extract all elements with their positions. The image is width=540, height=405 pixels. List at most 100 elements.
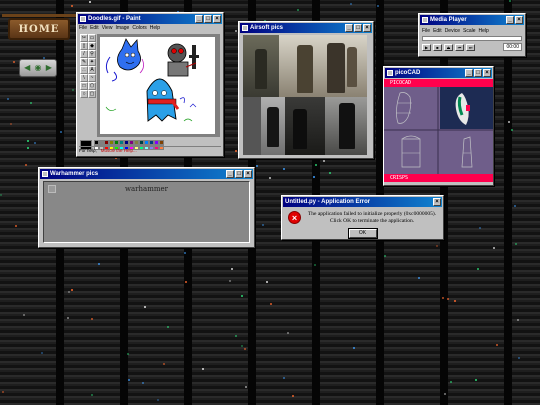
media-controls: ▶ ■ ⏏ ⏮ ⏭ 00:00 xyxy=(422,43,522,51)
airsoft-photo-3[interactable] xyxy=(243,97,261,155)
airsoft-titlebar[interactable]: Airsoft pics _ □ × xyxy=(240,23,372,33)
minimize-button[interactable]: _ xyxy=(195,15,203,23)
globe-icon[interactable]: ◉ xyxy=(35,64,42,72)
close-button[interactable]: × xyxy=(433,198,441,206)
picocad-window[interactable]: picoCAD _ □ × PICOCAD CRISPS xyxy=(383,66,494,186)
eject-icon[interactable]: ⏏ xyxy=(444,43,453,51)
eraser-icon[interactable]: ▯ xyxy=(80,42,88,50)
warhammer-window[interactable]: Warhammer pics _ □ × warhammer xyxy=(38,167,255,248)
menu-image[interactable]: Image xyxy=(115,25,129,32)
media-player-titlebar[interactable]: Media Player _ × xyxy=(420,15,524,25)
free-select-icon[interactable]: ✂ xyxy=(80,34,88,42)
paint-window[interactable]: Doodles.gif - Paint _ □ × File Edit View… xyxy=(76,12,224,157)
rack-led xyxy=(297,9,299,11)
rack-led xyxy=(27,147,29,149)
rack-led xyxy=(128,379,130,381)
rack-led xyxy=(163,363,165,365)
home-button[interactable]: HOME xyxy=(8,18,70,40)
pencil-icon[interactable]: ✎ xyxy=(80,58,88,66)
media-player-window[interactable]: Media Player _ × File Edit Device Scale … xyxy=(418,13,526,57)
stop-icon[interactable]: ■ xyxy=(433,43,442,51)
menu-colors[interactable]: Colors xyxy=(132,25,146,32)
rack-led xyxy=(418,277,420,279)
rack-led xyxy=(15,225,17,227)
curve-icon[interactable]: ~ xyxy=(88,74,96,82)
home-sign[interactable]: HOME xyxy=(2,10,76,44)
menu-help[interactable]: Help xyxy=(150,25,160,32)
close-button[interactable]: × xyxy=(213,15,221,23)
rack-led xyxy=(436,245,438,247)
warhammer-image-alt-text: warhammer xyxy=(125,185,168,193)
media-player-title: Media Player xyxy=(430,17,467,23)
rack-led xyxy=(235,150,237,152)
error-dialog[interactable]: Untitled.py - Application Error × × The … xyxy=(281,195,444,240)
menu-file[interactable]: File xyxy=(79,25,87,32)
minimize-button[interactable]: _ xyxy=(226,170,234,178)
maximize-button[interactable]: □ xyxy=(204,15,212,23)
ellipse-icon[interactable]: ○ xyxy=(80,90,88,98)
rounded-rect-icon[interactable]: ▢ xyxy=(88,90,96,98)
forward-arrow-icon[interactable]: ▶ xyxy=(46,64,52,72)
rack-led xyxy=(68,291,70,293)
warhammer-titlebar[interactable]: Warhammer pics _ □ × xyxy=(40,169,253,179)
minimize-button[interactable]: _ xyxy=(345,24,353,32)
fill-icon[interactable]: ◆ xyxy=(88,42,96,50)
airbrush-icon[interactable]: ∴ xyxy=(80,66,88,74)
back-arrow-icon[interactable]: ◀ xyxy=(24,64,30,72)
picocad-titlebar[interactable]: picoCAD _ □ × xyxy=(385,68,492,78)
minimize-button[interactable]: _ xyxy=(506,16,514,24)
close-button[interactable]: × xyxy=(515,16,523,24)
rack-led xyxy=(442,297,444,299)
airsoft-window[interactable]: Airsoft pics _ □ × xyxy=(238,21,374,159)
text-icon[interactable]: A xyxy=(88,66,96,74)
rack-led xyxy=(329,172,331,174)
maximize-button[interactable]: □ xyxy=(235,170,243,178)
paint-canvas[interactable] xyxy=(100,37,215,134)
polygon-icon[interactable]: ⬠ xyxy=(88,82,96,90)
ok-button[interactable]: OK xyxy=(347,228,378,239)
airsoft-photo-2[interactable] xyxy=(279,35,367,97)
picocad-viewports[interactable] xyxy=(384,87,493,174)
minimize-button[interactable]: _ xyxy=(465,69,473,77)
line-icon[interactable]: \ xyxy=(80,74,88,82)
rack-led xyxy=(241,295,243,297)
close-button[interactable]: × xyxy=(244,170,252,178)
zoom-icon[interactable]: ⚲ xyxy=(88,50,96,58)
close-button[interactable]: × xyxy=(363,24,371,32)
menu-edit[interactable]: Edit xyxy=(90,25,99,32)
menu-help[interactable]: Help xyxy=(479,28,489,34)
airsoft-photo-5[interactable] xyxy=(285,97,325,155)
rectangle-icon[interactable]: □ xyxy=(80,82,88,90)
rack-led xyxy=(231,268,233,270)
play-icon[interactable]: ▶ xyxy=(422,43,431,51)
menu-view[interactable]: View xyxy=(102,25,113,32)
error-dialog-titlebar[interactable]: Untitled.py - Application Error × xyxy=(283,197,442,207)
rack-led xyxy=(447,298,449,300)
navigation-widget[interactable]: ◀ ◉ ▶ xyxy=(19,59,57,77)
airsoft-photo-6[interactable] xyxy=(325,97,367,155)
rack-led xyxy=(235,335,237,337)
close-button[interactable]: × xyxy=(483,69,491,77)
rack-led xyxy=(444,393,446,395)
paint-menubar: File Edit View Image Colors Help xyxy=(77,25,223,32)
airsoft-photo-4[interactable] xyxy=(261,97,285,155)
media-player-body: File Edit Device Scale Help ▶ ■ ⏏ ⏮ ⏭ 00… xyxy=(419,26,525,53)
brush-icon[interactable]: ✦ xyxy=(88,58,96,66)
rack-led xyxy=(377,5,379,7)
airsoft-photo-1[interactable] xyxy=(243,35,279,97)
rect-select-icon[interactable]: ▭ xyxy=(88,34,96,42)
menu-edit[interactable]: Edit xyxy=(433,28,442,34)
picocad-top-bar: PICOCAD xyxy=(384,79,493,87)
next-icon[interactable]: ⏭ xyxy=(466,43,475,51)
menu-device[interactable]: Device xyxy=(445,28,460,34)
rack-led xyxy=(313,176,315,178)
menu-scale[interactable]: Scale xyxy=(463,28,476,34)
prev-icon[interactable]: ⏮ xyxy=(455,43,464,51)
menu-file[interactable]: File xyxy=(422,28,430,34)
seek-bar[interactable] xyxy=(422,36,522,41)
maximize-button[interactable]: □ xyxy=(354,24,362,32)
paint-titlebar[interactable]: Doodles.gif - Paint _ □ × xyxy=(78,14,222,24)
picker-icon[interactable]: / xyxy=(80,50,88,58)
maximize-button[interactable]: □ xyxy=(474,69,482,77)
rack-led xyxy=(384,255,386,257)
